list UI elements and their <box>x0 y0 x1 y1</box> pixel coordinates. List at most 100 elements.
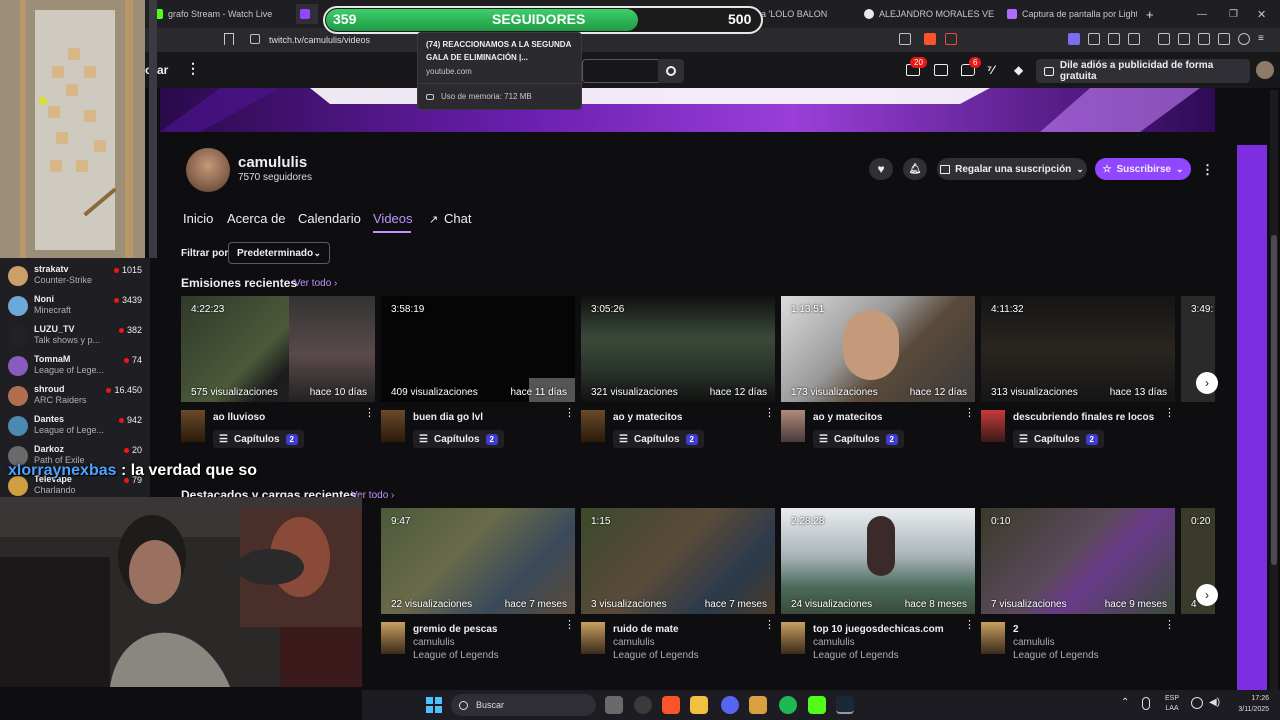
game-cover[interactable] <box>981 622 1005 654</box>
site-info-icon[interactable] <box>250 34 260 44</box>
video-thumbnail[interactable]: 3:58:19 409 visualizaciones hace 11 días <box>381 296 575 402</box>
windows-start-icon[interactable] <box>425 696 443 714</box>
video-thumbnail[interactable]: 1:13:51 173 visualizaciones hace 12 días <box>781 296 975 402</box>
turbo-ad-button[interactable]: Dile adiós a publicidad de forma gratuit… <box>1036 59 1250 83</box>
tab-acerca-de[interactable]: Acerca de <box>227 211 286 226</box>
more-icon[interactable]: ⋮ <box>764 408 775 419</box>
recommended-channel-item[interactable]: Noni Minecraft 3439 <box>8 292 148 322</box>
recommended-channel-item[interactable]: LUZU_TV Talk shows y p... 382 <box>8 322 148 352</box>
tab-calendario[interactable]: Calendario <box>298 211 361 226</box>
leo-ai-icon[interactable] <box>1218 33 1230 45</box>
video-title[interactable]: ao lluvioso <box>213 412 265 423</box>
game-cover[interactable] <box>181 410 205 442</box>
tray-overflow-icon[interactable]: ⌃ <box>1121 697 1129 708</box>
video-channel[interactable]: camululis <box>413 637 455 648</box>
channel-name[interactable]: camululis <box>238 154 307 171</box>
obs-icon[interactable] <box>634 696 652 714</box>
more-icon[interactable]: ⋮ <box>1164 620 1175 631</box>
video-thumbnail[interactable]: 4:22:23 575 visualizaciones hace 10 días <box>181 296 375 402</box>
search-input[interactable] <box>582 59 658 83</box>
more-icon[interactable]: ⋮ <box>186 61 200 75</box>
browser-tab-google[interactable]: ALEJANDRO MORALES VERAC <box>864 4 994 24</box>
browser-tab-kick[interactable]: grafo Stream - Watch Live <box>153 4 283 24</box>
video-title[interactable]: ruido de mate <box>613 624 679 635</box>
video-channel[interactable]: camululis <box>613 637 655 648</box>
wifi-icon[interactable] <box>1191 697 1203 709</box>
video-thumbnail[interactable]: 1:15 3 visualizaciones hace 7 meses <box>581 508 775 614</box>
inbox-icon[interactable] <box>934 64 948 76</box>
follow-button[interactable]: ♥ <box>869 158 893 180</box>
game-cover[interactable] <box>381 410 405 442</box>
volume-icon[interactable]: ◀) <box>1209 697 1220 708</box>
maximize-icon[interactable]: ❐ <box>1229 4 1238 24</box>
video-title[interactable]: ao y matecitos <box>613 412 682 423</box>
extension-icon[interactable] <box>1068 33 1080 45</box>
extension-icon[interactable] <box>1108 33 1120 45</box>
steam-icon[interactable] <box>836 696 854 714</box>
chapters-button[interactable]: ☰ Capítulos 2 <box>413 430 504 448</box>
spotify-icon[interactable] <box>779 696 797 714</box>
video-title[interactable]: gremio de pescas <box>413 624 497 635</box>
microphone-icon[interactable] <box>1142 697 1150 710</box>
brave-icon[interactable] <box>662 696 680 714</box>
minimize-icon[interactable]: — <box>1197 4 1207 24</box>
scrollbar-thumb[interactable] <box>1271 235 1277 565</box>
video-thumbnail[interactable]: 9:47 22 visualizaciones hace 7 meses <box>381 508 575 614</box>
video-title[interactable]: descubriendo finales re locos <box>1013 412 1154 423</box>
game-cover[interactable] <box>781 622 805 654</box>
notifications-button[interactable]: 🔔︎ <box>903 158 927 180</box>
video-thumbnail[interactable]: 0:10 7 visualizaciones hace 9 meses <box>981 508 1175 614</box>
brave-rewards-icon[interactable] <box>945 33 957 45</box>
game-cover[interactable] <box>581 622 605 654</box>
chapters-button[interactable]: ☰ Capítulos 2 <box>613 430 704 448</box>
user-avatar[interactable] <box>1256 61 1274 79</box>
video-thumbnail[interactable]: 4:11:32 313 visualizaciones hace 13 días <box>981 296 1175 402</box>
clock[interactable]: 17:26 3/11/2025 <box>1229 693 1269 715</box>
gift-sub-button[interactable]: Regalar una suscripción ⌄ <box>937 158 1087 180</box>
video-channel[interactable]: camululis <box>1013 637 1055 648</box>
filter-dropdown[interactable]: Predeterminado ⌄ <box>228 242 330 264</box>
sidebar-icon[interactable] <box>1178 33 1190 45</box>
recommended-channel-item[interactable]: shroud ARC Raiders 16.450 <box>8 382 148 412</box>
chapters-button[interactable]: ☰ Capítulos 2 <box>1013 430 1104 448</box>
more-icon[interactable]: ⋮ <box>364 408 375 419</box>
close-window-icon[interactable]: ✕ <box>1257 4 1266 24</box>
taskbar-search[interactable]: Buscar <box>451 694 596 716</box>
language-indicator[interactable]: ESP LAA <box>1165 694 1179 714</box>
video-game[interactable]: League of Legends <box>813 650 899 661</box>
video-channel[interactable]: camululis <box>813 637 855 648</box>
recommended-channel-item[interactable]: TomnaM League of Lege... 74 <box>8 352 148 382</box>
recommended-channel-item[interactable]: strakatv Counter-Strike 1015 <box>8 262 148 292</box>
channel-avatar[interactable] <box>186 148 230 192</box>
video-title[interactable]: buen dia go lvl <box>413 412 483 423</box>
video-title[interactable]: 2 <box>1013 624 1019 635</box>
game-cover[interactable] <box>581 410 605 442</box>
video-game[interactable]: League of Legends <box>413 650 499 661</box>
game-cover[interactable] <box>781 410 805 442</box>
video-thumbnail[interactable]: 2:28:28 24 visualizaciones hace 8 meses <box>781 508 975 614</box>
tab-inicio[interactable]: Inicio <box>183 211 213 226</box>
app-icon[interactable] <box>749 696 767 714</box>
music-icon[interactable] <box>1158 33 1170 45</box>
kick-app-icon[interactable] <box>808 696 826 714</box>
video-game[interactable]: League of Legends <box>1013 650 1099 661</box>
crown-icon[interactable]: ◆ <box>1014 64 1028 76</box>
more-icon[interactable]: ⋮ <box>964 408 975 419</box>
more-icon[interactable]: ⋮ <box>564 620 575 631</box>
video-game[interactable]: League of Legends <box>613 650 699 661</box>
more-icon[interactable]: ⋮ <box>764 620 775 631</box>
game-cover[interactable] <box>981 410 1005 442</box>
vpn-icon[interactable] <box>1238 33 1250 45</box>
carousel-next-button[interactable]: › <box>1196 372 1218 394</box>
more-icon[interactable]: ⋮ <box>964 620 975 631</box>
more-icon[interactable]: ⋮ <box>1164 408 1175 419</box>
brave-shield-icon[interactable] <box>924 33 936 45</box>
recommended-channel-item[interactable]: Dantes League of Lege... 942 <box>8 412 148 442</box>
file-explorer-icon[interactable] <box>690 696 708 714</box>
chapters-button[interactable]: ☰ Capítulos 2 <box>813 430 904 448</box>
discord-icon[interactable] <box>721 696 739 714</box>
extension-icon[interactable] <box>1088 33 1100 45</box>
browser-tab-twitch[interactable] <box>296 4 318 24</box>
video-title[interactable]: ao y matecitos <box>813 412 882 423</box>
video-thumbnail[interactable]: 3:05:26 321 visualizaciones hace 12 días <box>581 296 775 402</box>
